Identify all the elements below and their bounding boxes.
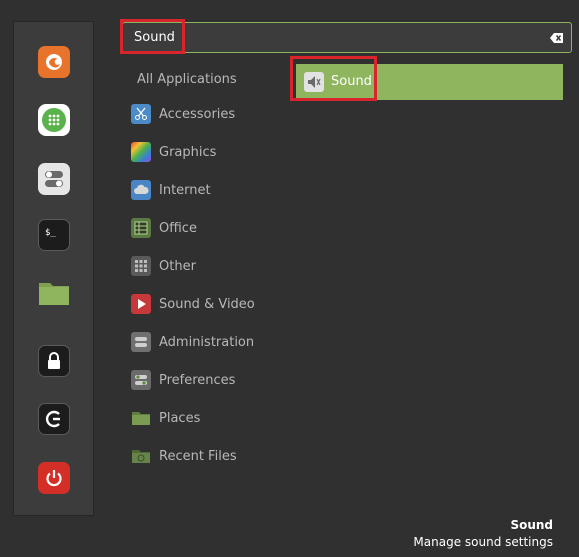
category-label: Office: [159, 220, 197, 236]
favorites-sidebar: $_: [13, 21, 94, 516]
result-label: Sound: [331, 74, 372, 89]
speaker-icon: [304, 72, 324, 92]
category-preferences[interactable]: Preferences: [131, 367, 281, 393]
svg-text:$_: $_: [45, 228, 56, 238]
folder-icon: [131, 408, 151, 428]
dots-grid-icon: [131, 256, 151, 276]
recent-folder-icon: [131, 446, 151, 466]
category-label: All Applications: [137, 71, 237, 87]
category-label: Preferences: [159, 372, 236, 388]
search-result-sound[interactable]: Sound: [296, 64, 563, 100]
search-input[interactable]: Sound: [122, 22, 572, 53]
preferences-switches-icon: [131, 370, 151, 390]
category-label: Accessories: [159, 106, 236, 122]
selected-app-title: Sound: [510, 518, 553, 532]
admin-switches-icon: [131, 332, 151, 352]
category-office[interactable]: Office: [131, 215, 281, 241]
backspace-clear-icon[interactable]: [550, 31, 564, 45]
grid-dots-icon: [42, 108, 66, 132]
category-label: Administration: [159, 334, 255, 350]
terminal-launcher[interactable]: $_: [38, 219, 70, 251]
power-icon: [46, 470, 62, 487]
selected-app-description: Manage sound settings: [413, 535, 553, 549]
category-label: Sound & Video: [159, 296, 255, 312]
category-internet[interactable]: Internet: [131, 177, 281, 203]
category-label: Graphics: [159, 144, 217, 160]
category-all-applications[interactable]: All Applications: [131, 66, 281, 92]
spreadsheet-icon: [131, 218, 151, 238]
logout-icon: [45, 410, 60, 428]
firefox-icon: [46, 54, 62, 70]
play-icon: [131, 294, 151, 314]
logout-button[interactable]: [38, 403, 70, 435]
terminal-icon: $_: [45, 228, 56, 238]
lock-screen-button[interactable]: [38, 345, 70, 377]
cloud-icon: [131, 180, 151, 200]
category-places[interactable]: Places: [131, 405, 281, 431]
firefox-launcher[interactable]: [38, 46, 70, 78]
category-graphics[interactable]: Graphics: [131, 139, 281, 165]
software-manager-launcher[interactable]: [38, 104, 70, 136]
category-label: Internet: [159, 182, 211, 198]
category-label: Recent Files: [159, 448, 237, 464]
scissors-icon: [131, 104, 151, 124]
category-sound-video[interactable]: Sound & Video: [131, 291, 281, 317]
palette-icon: [131, 142, 151, 162]
search-input-value: Sound: [134, 30, 175, 45]
category-other[interactable]: Other: [131, 253, 281, 279]
category-accessories[interactable]: Accessories: [131, 101, 281, 127]
lock-icon: [48, 352, 60, 369]
application-menu: $_ Sound All Applications Accessories Gr…: [0, 0, 579, 557]
category-label: Places: [159, 410, 201, 426]
category-recent-files[interactable]: Recent Files: [131, 443, 281, 469]
files-launcher[interactable]: [36, 278, 72, 308]
category-label: Other: [159, 258, 196, 274]
system-settings-launcher[interactable]: [38, 163, 70, 195]
toggle-switches-icon: [45, 171, 63, 187]
shutdown-button[interactable]: [38, 462, 70, 494]
category-administration[interactable]: Administration: [131, 329, 281, 355]
folder-icon: [39, 283, 69, 305]
